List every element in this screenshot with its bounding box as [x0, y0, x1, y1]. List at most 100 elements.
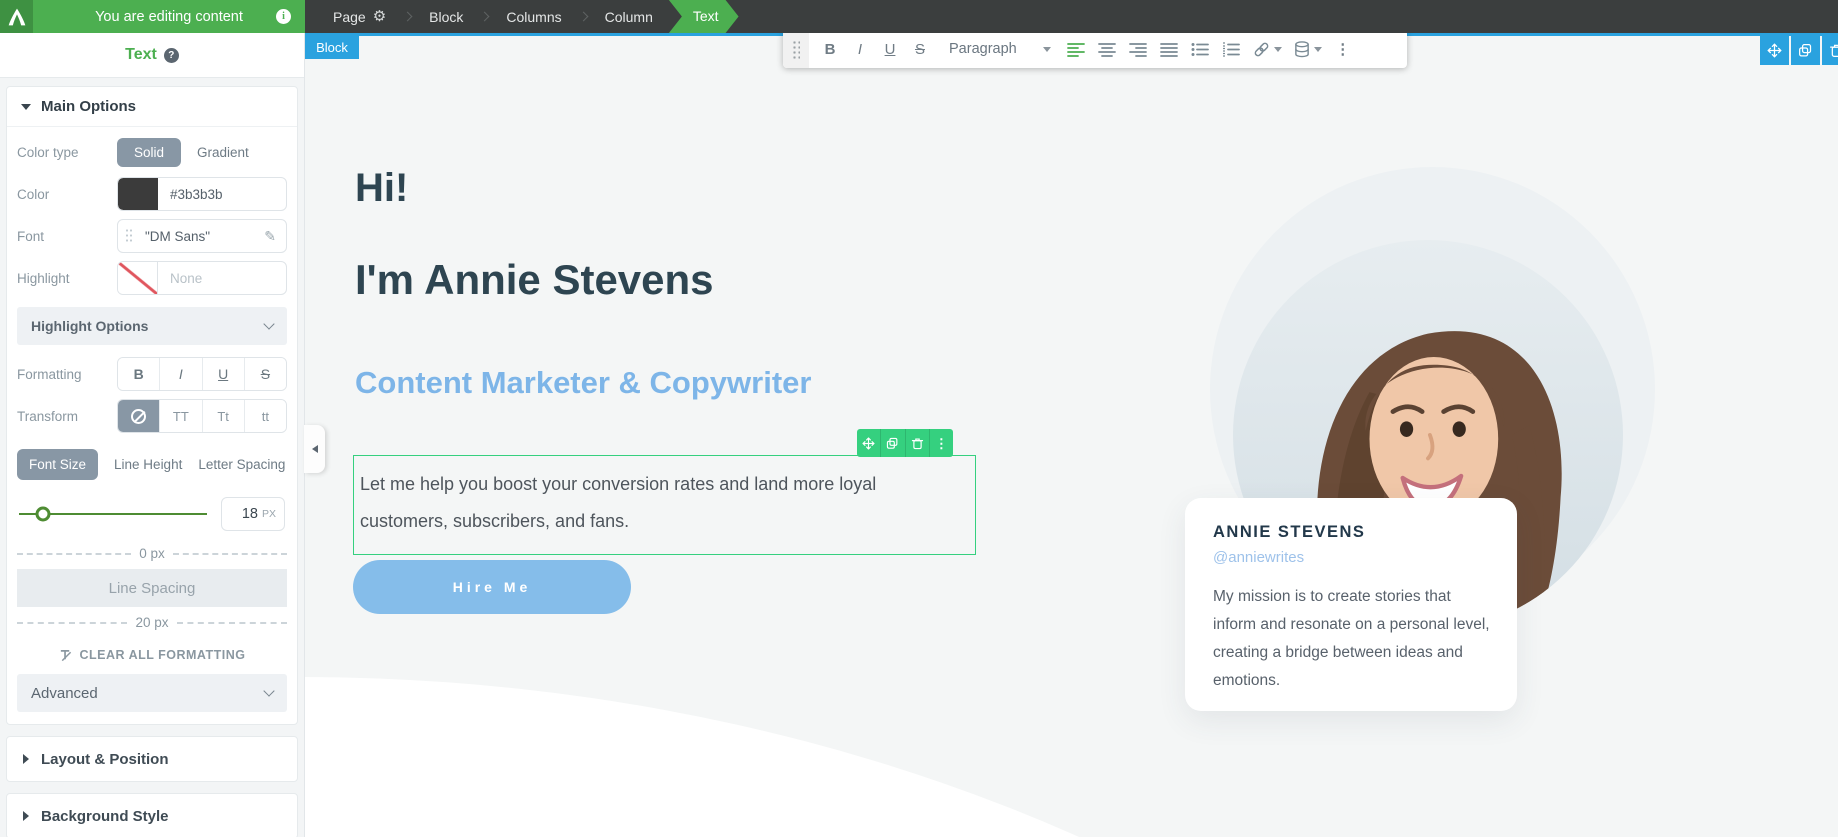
move-icon: [1767, 43, 1782, 58]
breadcrumb-block[interactable]: Block: [423, 0, 469, 33]
background-wave-shape: [305, 677, 1800, 837]
avada-logo-icon: [8, 8, 25, 25]
highlight-placeholder[interactable]: None: [158, 271, 286, 286]
spacing-top-value[interactable]: 0 px: [139, 546, 165, 561]
avada-logo[interactable]: [0, 0, 33, 33]
align-center-button[interactable]: [1092, 33, 1123, 68]
advanced-toggle[interactable]: Advanced: [17, 674, 287, 712]
highlight-input[interactable]: None: [117, 261, 287, 295]
numbered-list-button[interactable]: [1216, 33, 1247, 68]
triangle-left-icon: [311, 445, 318, 453]
move-block-button[interactable]: [1760, 36, 1789, 65]
pencil-icon[interactable]: ✎: [254, 228, 286, 245]
font-size-slider[interactable]: [19, 506, 207, 522]
align-right-button[interactable]: [1123, 33, 1154, 68]
info-icon[interactable]: i: [276, 9, 291, 24]
spacing-bottom-value[interactable]: 20 px: [135, 615, 168, 630]
move-element-button[interactable]: [857, 429, 880, 457]
align-left-button[interactable]: [1061, 33, 1092, 68]
toolbar-underline-button[interactable]: U: [875, 33, 905, 68]
help-icon[interactable]: ?: [163, 47, 179, 63]
breadcrumb-text-active[interactable]: Text: [669, 0, 739, 33]
toolbar-italic-button[interactable]: I: [845, 33, 875, 68]
clone-block-button[interactable]: [1791, 36, 1820, 65]
transform-lowercase-button[interactable]: tt: [243, 400, 286, 432]
tab-font-size[interactable]: Font Size: [17, 449, 99, 480]
sidebar-header: Text ?: [0, 33, 304, 78]
clone-element-button[interactable]: [880, 429, 904, 457]
no-color-swatch-icon[interactable]: [118, 262, 158, 294]
main-options-header[interactable]: Main Options: [7, 87, 297, 127]
color-type-label: Color type: [17, 144, 79, 160]
gear-icon[interactable]: ⚙: [373, 9, 386, 24]
dynamic-data-dropdown[interactable]: [1288, 33, 1328, 68]
tab-letter-spacing[interactable]: Letter Spacing: [198, 457, 285, 472]
role-heading[interactable]: Content Marketer & Copywriter: [355, 365, 811, 401]
color-swatch[interactable]: [118, 178, 158, 210]
intro-heading[interactable]: I'm Annie Stevens: [355, 256, 714, 304]
clone-icon: [887, 437, 898, 449]
transform-capitalize-button[interactable]: Tt: [201, 400, 244, 432]
slider-knob[interactable]: [35, 506, 51, 522]
breadcrumb-columns[interactable]: Columns: [500, 0, 567, 33]
paragraph-style-dropdown[interactable]: Paragraph: [935, 41, 1061, 57]
block-tag[interactable]: Block: [305, 36, 359, 59]
chevron-down-icon: [1313, 46, 1322, 52]
line-spacing-box[interactable]: Line Spacing: [17, 569, 287, 607]
toolbar-strikethrough-button[interactable]: S: [905, 33, 935, 68]
section-background-style[interactable]: Background Style: [6, 793, 298, 837]
profile-handle[interactable]: @anniewrites: [1213, 549, 1489, 566]
layout-position-label: Layout & Position: [41, 750, 169, 768]
main-options-body: Color type Solid Gradient Color #3b3b3b: [7, 127, 297, 724]
spacing-top-row: 0 px: [17, 546, 287, 561]
editor-canvas: Block B I U S Paragraph ⋮ Hi! I'm Annie …: [305, 33, 1838, 837]
bold-button[interactable]: B: [118, 358, 160, 390]
sidebar-collapse-button[interactable]: [304, 425, 325, 473]
background-style-label: Background Style: [41, 807, 169, 825]
chevron-down-icon: [1273, 46, 1282, 52]
align-justify-button[interactable]: [1154, 33, 1185, 68]
link-dropdown[interactable]: [1247, 33, 1288, 68]
hire-me-button[interactable]: Hire Me: [353, 560, 631, 614]
element-more-button[interactable]: ⋮: [928, 429, 953, 457]
tab-line-height[interactable]: Line Height: [114, 457, 182, 472]
transform-uppercase-button[interactable]: TT: [159, 400, 202, 432]
italic-button[interactable]: I: [159, 358, 202, 390]
delete-element-button[interactable]: [904, 429, 929, 457]
toolbar-bold-button[interactable]: B: [815, 33, 845, 68]
profile-card[interactable]: ANNIE STEVENS @anniewrites My mission is…: [1185, 498, 1517, 711]
color-type-gradient-button[interactable]: Gradient: [197, 145, 249, 160]
font-size-value[interactable]: 18: [242, 506, 258, 522]
breadcrumb-column-label: Column: [604, 8, 653, 25]
greeting-heading[interactable]: Hi!: [355, 166, 408, 211]
breadcrumb-page[interactable]: Page ⚙: [327, 0, 392, 33]
bullet-list-button[interactable]: [1185, 33, 1216, 68]
font-input[interactable]: "DM Sans" ✎: [117, 219, 287, 253]
toolbar-more-button[interactable]: ⋮: [1332, 40, 1354, 58]
breadcrumb: Page ⚙ Block Columns Column Text: [305, 0, 1838, 33]
clear-formatting-label: CLEAR ALL FORMATTING: [79, 648, 246, 662]
font-value[interactable]: "DM Sans": [133, 229, 254, 244]
transform-none-button[interactable]: [118, 400, 160, 432]
underline-button[interactable]: U: [201, 358, 244, 390]
color-type-solid-button[interactable]: Solid: [117, 137, 182, 167]
no-transform-icon: [131, 408, 147, 424]
drag-dots-icon: [125, 228, 133, 244]
highlight-options-toggle[interactable]: Highlight Options: [17, 307, 287, 345]
formatting-label: Formatting: [17, 366, 82, 382]
paragraph-style-label: Paragraph: [949, 41, 1017, 57]
font-size-input[interactable]: 18 PX: [221, 497, 285, 531]
pitch-text[interactable]: Let me help you boost your conversion ra…: [360, 466, 950, 540]
element-action-toolbar: ⋮: [857, 429, 953, 457]
profile-bio: My mission is to create stories that inf…: [1213, 588, 1490, 689]
delete-block-button[interactable]: [1822, 36, 1838, 65]
trash-icon: [911, 437, 923, 449]
selected-text-element[interactable]: Let me help you boost your conversion ra…: [353, 455, 976, 555]
breadcrumb-column[interactable]: Column: [599, 0, 659, 33]
color-value[interactable]: #3b3b3b: [158, 187, 286, 202]
clear-formatting-button[interactable]: CLEAR ALL FORMATTING: [17, 648, 287, 662]
strikethrough-button[interactable]: S: [243, 358, 286, 390]
section-layout-position[interactable]: Layout & Position: [6, 736, 298, 782]
color-input[interactable]: #3b3b3b: [117, 177, 287, 211]
toolbar-drag-handle[interactable]: [783, 33, 809, 68]
